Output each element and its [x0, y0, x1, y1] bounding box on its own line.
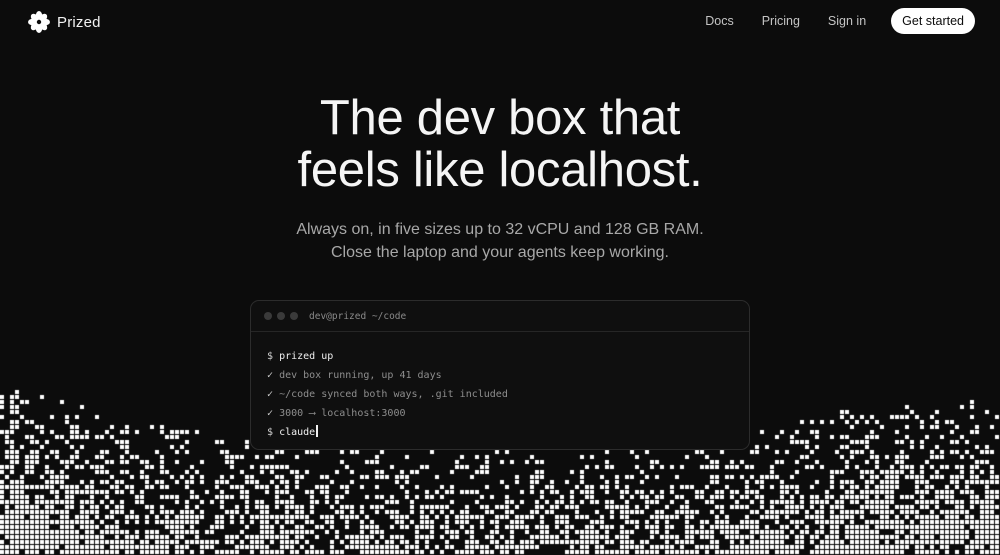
terminal-line: $ claude [267, 423, 733, 442]
terminal-line: ✓ 3000 ⟶ localhost:3000 [267, 404, 733, 423]
dithered-pattern-background [0, 0, 1000, 555]
check-icon: ✓ [267, 370, 274, 381]
terminal-output: dev box running, up 41 days [279, 370, 442, 381]
terminal-output: ~/code synced both ways, .git included [279, 389, 508, 400]
check-icon: ✓ [267, 389, 274, 400]
prompt-symbol: $ [267, 351, 274, 362]
terminal-command: prized up [279, 351, 334, 362]
terminal-output: 3000 ⟶ localhost:3000 [279, 408, 406, 419]
hero-subtitle-line-2: Close the laptop and your agents keep wo… [331, 244, 669, 261]
terminal-body: $ prized up ✓ dev box running, up 41 day… [251, 332, 749, 442]
check-icon: ✓ [267, 408, 274, 419]
hero-subtitle: Always on, in five sizes up to 32 vCPU a… [0, 218, 1000, 264]
terminal-title: dev@prized ~/code [309, 310, 407, 322]
hero-title: The dev box that feels like localhost. [0, 92, 1000, 196]
nav-link-docs[interactable]: Docs [705, 8, 733, 34]
terminal-line: ✓ dev box running, up 41 days [267, 366, 733, 385]
get-started-button[interactable]: Get started [891, 8, 975, 34]
nav-link-pricing[interactable]: Pricing [762, 8, 800, 34]
brand-name: Prized [57, 13, 101, 31]
terminal-line: ✓ ~/code synced both ways, .git included [267, 385, 733, 404]
nav-link-sign-in[interactable]: Sign in [828, 8, 866, 34]
terminal-command: claude [279, 427, 316, 438]
window-dot-minimize [277, 312, 285, 320]
terminal-window: dev@prized ~/code $ prized up ✓ dev box … [250, 300, 750, 450]
hero-title-line-1: The dev box that [319, 91, 681, 145]
nav-links: Docs Pricing Sign in Get started [705, 8, 975, 34]
hero-subtitle-line-1: Always on, in five sizes up to 32 vCPU a… [296, 221, 704, 238]
window-dot-maximize [290, 312, 298, 320]
top-nav: Prized Docs Pricing Sign in Get started [0, 0, 1000, 44]
prompt-symbol: $ [267, 427, 274, 438]
hero-title-line-2: feels like localhost. [297, 143, 703, 197]
hero-section: The dev box that feels like localhost. A… [0, 92, 1000, 264]
terminal-line: $ prized up [267, 347, 733, 366]
asterisk-flower-icon [28, 11, 50, 33]
brand-logo[interactable]: Prized [27, 10, 101, 34]
window-dot-close [264, 312, 272, 320]
landing-page: Prized Docs Pricing Sign in Get started … [0, 0, 1000, 555]
terminal-title-bar: dev@prized ~/code [251, 301, 749, 332]
terminal-cursor [316, 425, 319, 437]
